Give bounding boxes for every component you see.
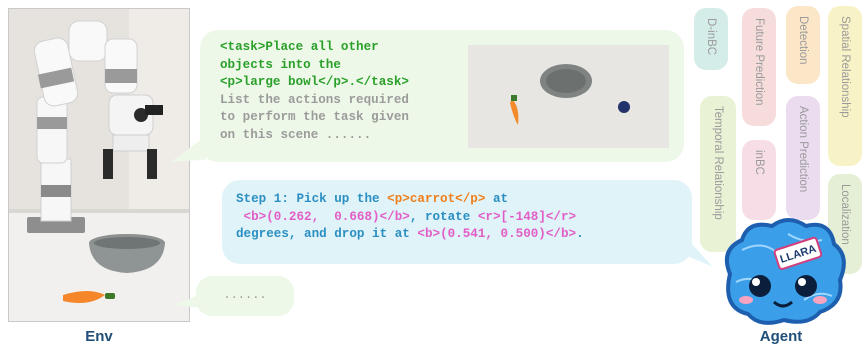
task-end-token: .</task>: [348, 75, 409, 89]
task-object-token: <p>large bowl</p>: [220, 75, 349, 89]
step-line-1-a: Step 1: Pick up the: [236, 192, 388, 206]
skill-card-label: Future Prediction: [753, 18, 765, 106]
skill-card-action-prediction: Action Prediction: [786, 96, 820, 220]
prompt-line-2: to perform the task given: [220, 110, 409, 124]
prompt-line-3: on this scene ......: [220, 127, 372, 142]
task-line-2: objects into the: [220, 57, 341, 72]
step-line-3-c: .: [576, 227, 584, 241]
skill-card-detection: Detection: [786, 6, 820, 84]
skill-card-label: inBC: [753, 150, 765, 175]
skill-card-label: Spatial Relationship: [839, 16, 851, 118]
pick-coordinate-token: <b>(0.262, 0.668)</b>: [236, 209, 410, 224]
step-response: Step 1: Pick up the <p>carrot</p> at <b>…: [236, 191, 684, 244]
task-line-1: <task>Place all other: [220, 40, 379, 54]
skill-card-spatial-relationship: Spatial Relationship: [828, 6, 862, 166]
task-prompt: <task>Place all other objects into the <…: [220, 39, 460, 144]
step-line-1-c: at: [485, 192, 509, 206]
scene-photo: [468, 45, 669, 148]
skill-card-label: Detection: [797, 16, 809, 65]
skill-card-d-inbc: D-inBC: [694, 8, 728, 70]
task-line-3: <p>large bowl</p>.</task>: [220, 74, 460, 92]
skill-card-label: Action Prediction: [797, 106, 809, 193]
skill-card-inbc: inBC: [742, 140, 776, 220]
step-bubble: Step 1: Pick up the <p>carrot</p> at <b>…: [222, 180, 692, 264]
agent-label: Agent: [759, 328, 803, 345]
env-photo: [8, 8, 190, 322]
ellipsis-bubble: ......: [196, 276, 294, 316]
rotation-token: <r>[-148]</r>: [477, 209, 577, 224]
drop-coordinate-token: <b>(0.541, 0.500)</b>: [417, 227, 577, 241]
agent-brain-mascot: LLARA: [725, 218, 846, 325]
skill-card-future-prediction: Future Prediction: [742, 8, 776, 126]
step-line-2-b: , rotate: [409, 209, 478, 224]
prompt-line-1: List the actions required: [220, 92, 409, 107]
env-label: Env: [85, 328, 113, 345]
ellipsis-text: ......: [223, 288, 267, 302]
skill-card-label: D-inBC: [705, 18, 717, 56]
step-line-3-a: degrees, and drop it at: [236, 227, 418, 241]
skill-card-label: Temporal Relationship: [712, 106, 724, 220]
carrot-token: <p>carrot</p>: [387, 192, 486, 206]
